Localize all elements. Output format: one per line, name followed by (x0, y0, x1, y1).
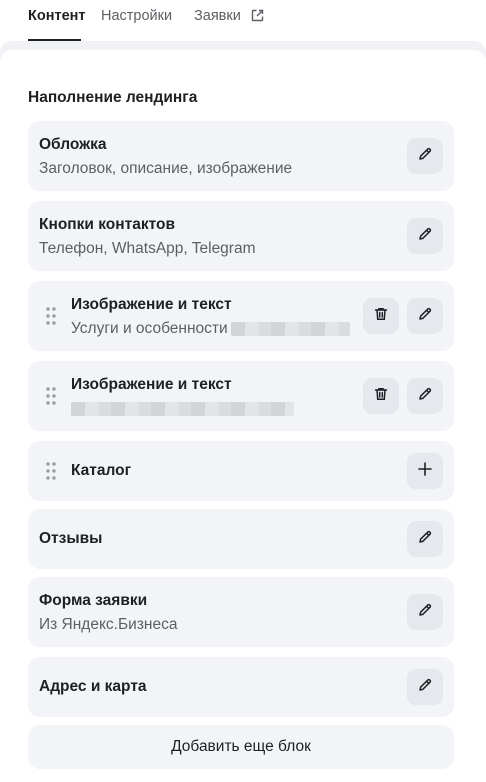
block-subtitle: Услуги и особенности (71, 320, 228, 337)
redacted-text (231, 322, 350, 336)
drag-handle-icon[interactable] (46, 387, 56, 405)
block-title: Кнопки контактов (39, 216, 175, 233)
plus-icon (417, 461, 433, 482)
block-subtitle: Заголовок, описание, изображение (39, 160, 293, 177)
tab-settings[interactable]: Настройки (101, 8, 172, 41)
section-title: Наполнение лендинга (28, 89, 198, 106)
block-title: Адрес и карта (39, 678, 147, 695)
block-reviews[interactable]: Отзывы (28, 509, 454, 569)
edit-button[interactable] (407, 669, 443, 705)
trash-icon (373, 386, 389, 407)
add-block-label: Добавить еще блок (171, 738, 311, 755)
tab-requests[interactable]: Заявки (194, 8, 264, 41)
tab-label: Заявки (194, 8, 241, 24)
tab-bar: Контент Настройки Заявки (0, 0, 486, 41)
trash-icon (373, 306, 389, 327)
pencil-icon (417, 146, 433, 167)
edit-button[interactable] (407, 138, 443, 174)
pencil-icon (417, 677, 433, 698)
block-catalog[interactable]: Каталог (28, 441, 454, 501)
pencil-icon (417, 529, 433, 550)
block-image-text[interactable]: Изображение и текст Услуги и особенности (28, 281, 454, 351)
pencil-icon (417, 306, 433, 327)
block-title: Каталог (71, 462, 132, 479)
redacted-text (71, 402, 294, 416)
delete-button[interactable] (363, 378, 399, 414)
tab-content[interactable]: Контент (28, 8, 86, 41)
content-panel-top (0, 50, 486, 62)
pencil-icon (417, 226, 433, 247)
external-link-icon (251, 9, 264, 26)
pencil-icon (417, 386, 433, 407)
block-request-form[interactable]: Форма заявки Из Яндекс.Бизнеса (28, 577, 454, 647)
block-subtitle: Телефон, WhatsApp, Telegram (39, 240, 256, 257)
tab-label: Настройки (101, 8, 173, 24)
edit-button[interactable] (407, 594, 443, 630)
block-title: Изображение и текст (71, 296, 232, 313)
edit-button[interactable] (407, 218, 443, 254)
block-title: Форма заявки (39, 592, 148, 609)
edit-button[interactable] (407, 521, 443, 557)
pencil-icon (417, 602, 433, 623)
drag-handle-icon[interactable] (46, 462, 56, 480)
drag-handle-icon[interactable] (46, 307, 56, 325)
block-address-map[interactable]: Адрес и карта (28, 657, 454, 717)
delete-button[interactable] (363, 298, 399, 334)
block-cover[interactable]: Обложка Заголовок, описание, изображение (28, 121, 454, 191)
add-block-button[interactable]: Добавить еще блок (28, 725, 454, 769)
block-title: Отзывы (39, 530, 103, 547)
block-title: Обложка (39, 136, 107, 153)
edit-button[interactable] (407, 378, 443, 414)
edit-button[interactable] (407, 298, 443, 334)
block-subtitle: Из Яндекс.Бизнеса (39, 616, 178, 633)
block-image-text[interactable]: Изображение и текст (28, 361, 454, 431)
block-contact-buttons[interactable]: Кнопки контактов Телефон, WhatsApp, Tele… (28, 201, 454, 271)
block-title: Изображение и текст (71, 376, 232, 393)
tab-label: Контент (28, 8, 86, 24)
add-button[interactable] (407, 453, 443, 489)
